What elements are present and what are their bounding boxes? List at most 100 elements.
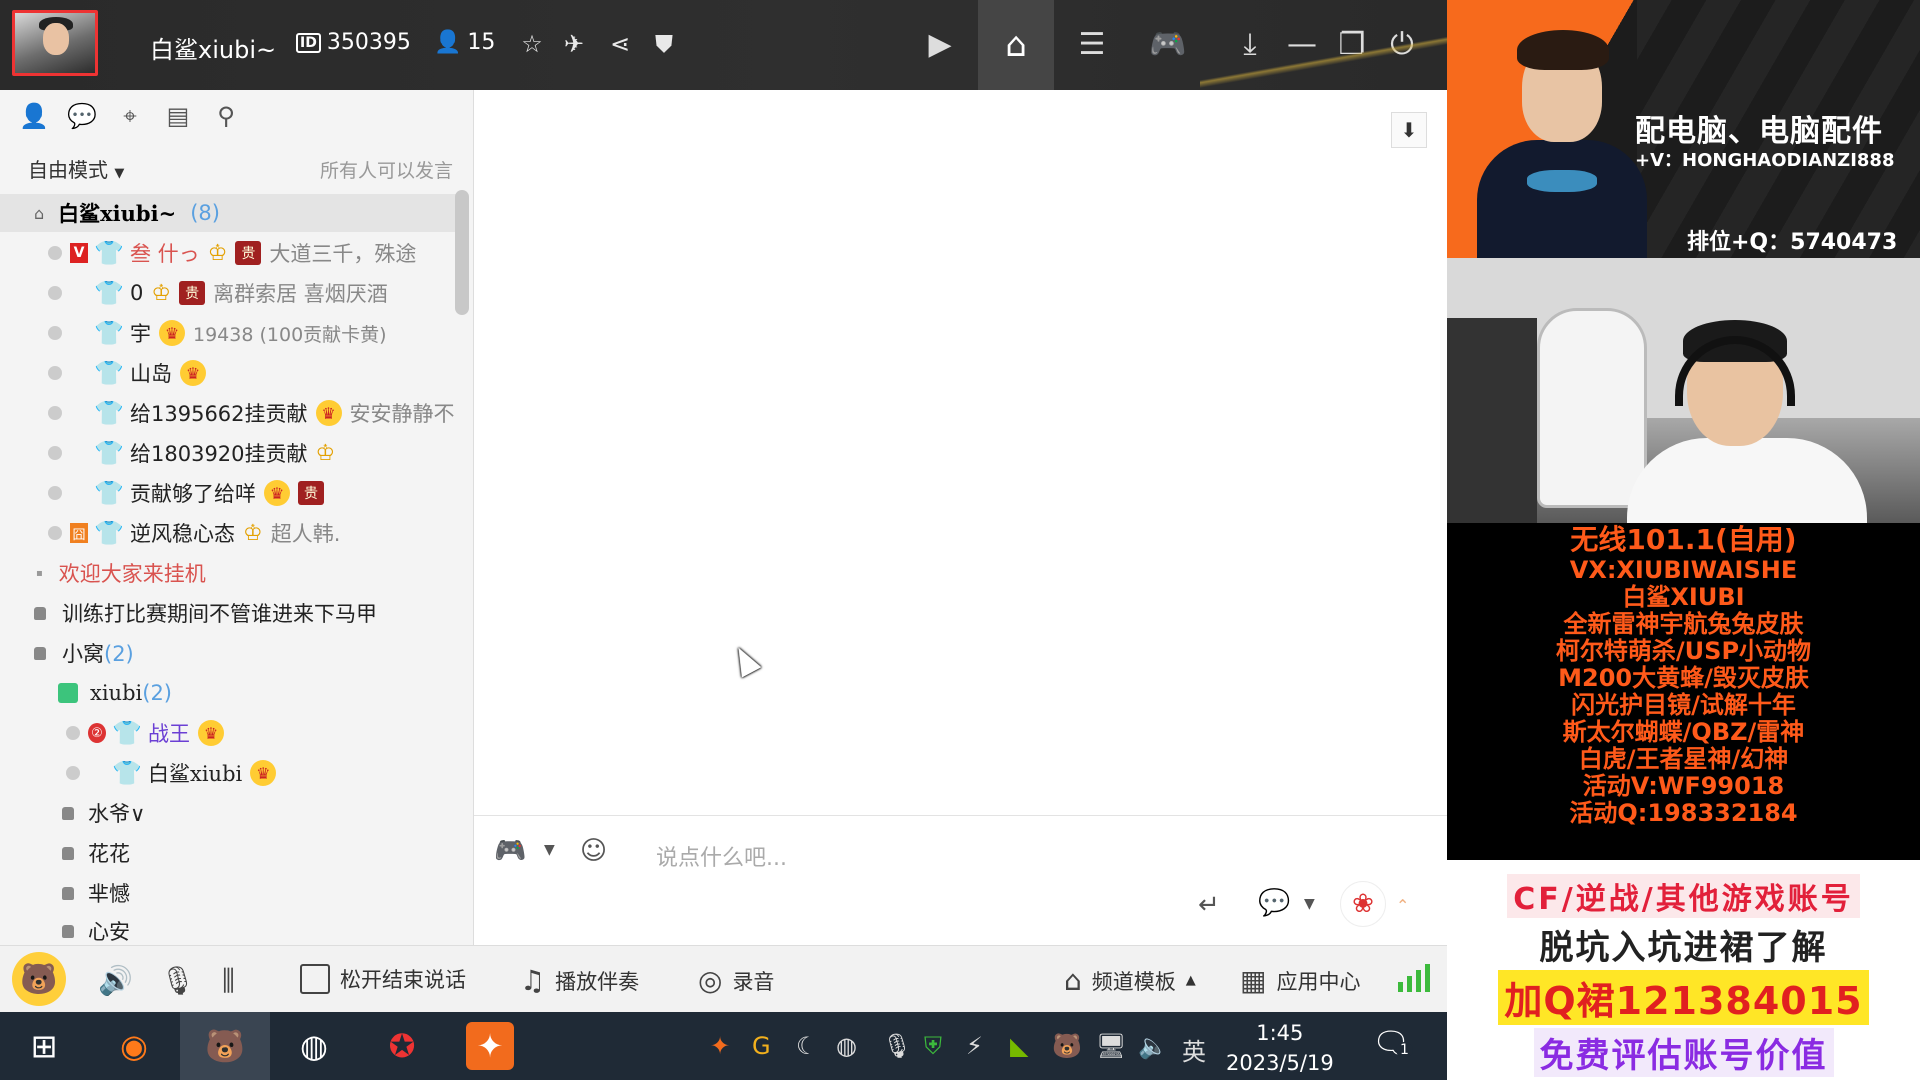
- share-icon[interactable]: ⋖: [606, 30, 634, 58]
- flower-icon[interactable]: ❀: [1340, 881, 1386, 927]
- gamepad-icon[interactable]: 🎮: [494, 836, 526, 866]
- video-icon[interactable]: ▶: [918, 24, 962, 64]
- location-icon[interactable]: ⌖: [114, 100, 146, 132]
- microphone-icon[interactable]: 🎙: [160, 964, 196, 997]
- member-row[interactable]: ② 👕 战王 ♛: [0, 714, 460, 752]
- member-row[interactable]: V 👕 叁 什っ ♔ 贵 大道三千，殊途: [0, 234, 460, 272]
- root-channel-count: (8): [190, 201, 220, 225]
- channel-item[interactable]: 水爷∨: [0, 794, 460, 832]
- red-crown-icon: ♛: [250, 760, 277, 786]
- member-row[interactable]: 👕 白鲨xiubi ♛: [0, 754, 460, 792]
- report-icon[interactable]: ⛊: [650, 30, 678, 58]
- scroll-down-icon[interactable]: ⬇: [1391, 112, 1427, 148]
- level-badge-icon: 囧: [70, 523, 88, 543]
- channel-item[interactable]: 心安: [0, 912, 460, 945]
- mode-label: 自由模式: [28, 158, 108, 182]
- firefox-icon[interactable]: ◉: [110, 1022, 158, 1070]
- chat-input[interactable]: 说点什么吧...: [656, 840, 787, 872]
- scrollbar[interactable]: [455, 190, 469, 315]
- app-center-button[interactable]: ▦ 应用中心: [1240, 964, 1360, 997]
- bubble-icon[interactable]: 💬: [1258, 888, 1290, 918]
- search-icon[interactable]: ⚲: [210, 100, 242, 132]
- clock[interactable]: 1:45 2023/5/19: [1226, 1018, 1334, 1078]
- channel-item[interactable]: 训练打比赛期间不管谁进来下马甲: [0, 594, 460, 632]
- channel-name: 小窝: [62, 642, 104, 666]
- windows-start-icon[interactable]: ⊞: [20, 1022, 68, 1070]
- network-icon[interactable]: 🖥: [1096, 1032, 1126, 1060]
- vest-icon: 👕: [94, 479, 124, 507]
- root-channel[interactable]: ⌂ 白鲨xiubi~ (8): [0, 194, 460, 232]
- avatar[interactable]: 🐻: [12, 952, 66, 1006]
- vest-icon: 👕: [112, 759, 142, 787]
- pc-ad-banner: 配电脑、电脑配件 +V：HONGHAODIANZI888 排位+Q：574047…: [1447, 0, 1920, 258]
- record-button[interactable]: ◎ 录音: [698, 964, 774, 997]
- accompaniment-button[interactable]: ♫ 播放伴奏: [520, 964, 639, 997]
- speaker-icon[interactable]: 🔊: [98, 964, 133, 997]
- tray-satellite-icon[interactable]: ⚡: [966, 1032, 983, 1060]
- tray-nvidia-icon[interactable]: ◣: [1010, 1032, 1028, 1060]
- promo-line: 柯尔特萌杀/USP小动物: [1555, 637, 1812, 665]
- translate-icon[interactable]: ☺: [580, 836, 607, 866]
- root-channel-name: 白鲨xiubi~: [58, 201, 177, 226]
- equalizer-icon[interactable]: ⫼: [222, 964, 235, 998]
- status-dot: [48, 486, 62, 500]
- notice-icon[interactable]: ▤: [162, 100, 194, 132]
- member-row[interactable]: 囧 👕 逆风稳心态 ♔ 超人韩.: [0, 514, 460, 552]
- channel-item[interactable]: 芈憾: [0, 874, 460, 912]
- yy-app-icon[interactable]: 🐻: [180, 1012, 270, 1080]
- clock-date: 2023/5/19: [1226, 1051, 1334, 1075]
- member-signature: 19438 (100贡献卡黄): [193, 323, 387, 346]
- gamepad-icon[interactable]: 🎮: [1146, 24, 1190, 64]
- account-ad-line: 加Q裙121384015: [1498, 970, 1869, 1025]
- member-row[interactable]: 👕 贡献够了给咩 ♛ 贵: [0, 474, 460, 512]
- member-row[interactable]: 👕 给1803920挂贡献 ♔: [0, 434, 460, 472]
- member-name: 宇: [130, 322, 151, 346]
- channel-item[interactable]: ▪ 欢迎大家来挂机: [0, 554, 460, 592]
- clock-time: 1:45: [1256, 1021, 1304, 1045]
- tray-obs-icon[interactable]: ◍: [836, 1032, 857, 1060]
- member-row[interactable]: 👕 给1395662挂贡献 ♛ 安安静静不: [0, 394, 460, 432]
- chat-input-area: 🎮 ▼ ☺ 说点什么吧... ↵ 💬 ▼ ❀ ⌃: [474, 815, 1447, 945]
- tray-moon-icon[interactable]: ☾: [796, 1032, 818, 1060]
- channel-template-button[interactable]: ⌂ 频道模板 ▲: [1064, 964, 1196, 997]
- channel-item[interactable]: 花花: [0, 834, 460, 872]
- chevron-down-icon[interactable]: ▼: [544, 842, 555, 858]
- ime-indicator[interactable]: 英: [1182, 1032, 1206, 1067]
- game-launcher-icon[interactable]: ✦: [466, 1022, 514, 1070]
- mode-dropdown[interactable]: 自由模式 ▼: [28, 154, 124, 183]
- crossfire-icon[interactable]: ✪: [378, 1022, 426, 1070]
- user-icon[interactable]: 👤: [18, 100, 50, 132]
- red-crown-icon: ♛: [264, 480, 290, 506]
- member-signature: 安安静静不: [349, 402, 455, 426]
- chat-icon[interactable]: 💬: [66, 100, 98, 132]
- member-row[interactable]: 👕 宇 ♛ 19438 (100贡献卡黄): [0, 314, 460, 352]
- enter-icon[interactable]: ↵: [1198, 890, 1220, 920]
- list-icon[interactable]: ☰: [1070, 24, 1114, 64]
- chevron-up-icon[interactable]: ⌃: [1396, 896, 1409, 915]
- member-name: 逆风稳心态: [130, 522, 235, 546]
- channel-name: 训练打比赛期间不管谁进来下马甲: [62, 602, 377, 626]
- subchannel-item[interactable]: xiubi(2): [0, 674, 460, 712]
- level-badge-icon: ②: [88, 723, 106, 743]
- red-crown-icon: ♛: [159, 320, 185, 346]
- tray-mic-icon[interactable]: 🎙: [882, 1032, 912, 1060]
- obs-icon[interactable]: ◍: [290, 1022, 338, 1070]
- favorite-icon[interactable]: ☆: [518, 30, 546, 58]
- bottom-bar: 🐻 🔊 🎙 ⫼ 松开结束说话 ♫ 播放伴奏 ◎ 录音 ⌂ 频道模板 ▲ ▦ 应用…: [0, 945, 1447, 1012]
- tray-g-icon[interactable]: G: [752, 1032, 771, 1060]
- volume-icon[interactable]: 🔈: [1138, 1032, 1168, 1060]
- plane-icon[interactable]: ✈: [560, 30, 588, 58]
- release-to-end-checkbox[interactable]: 松开结束说话: [300, 964, 466, 994]
- channel-avatar[interactable]: [12, 10, 98, 76]
- channel-item[interactable]: 小窝(2): [0, 634, 460, 672]
- home-icon[interactable]: ⌂: [978, 0, 1054, 90]
- tray-launcher-icon[interactable]: ✦: [710, 1032, 730, 1060]
- member-row[interactable]: 👕 0 ♔ 贵 离群索居 喜烟厌酒: [0, 274, 460, 312]
- lock-icon: [34, 646, 46, 660]
- member-row[interactable]: 👕 山岛 ♛: [0, 354, 460, 392]
- vest-icon: 👕: [94, 359, 124, 387]
- tray-yy-icon[interactable]: 🐻: [1052, 1032, 1082, 1060]
- chevron-down-icon[interactable]: ▼: [1304, 896, 1315, 912]
- tray-shield-icon[interactable]: ⛨: [924, 1032, 942, 1060]
- notification-icon[interactable]: 🗨 1: [1372, 1026, 1413, 1064]
